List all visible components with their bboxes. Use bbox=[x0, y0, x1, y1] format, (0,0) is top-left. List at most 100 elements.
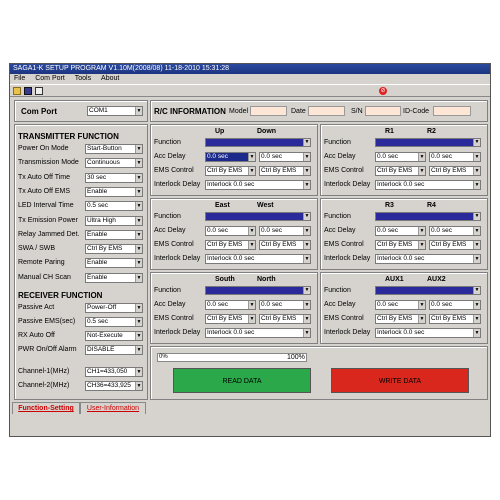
rx-row-select[interactable]: DISABLE ▼ bbox=[85, 345, 143, 355]
ems-control-select-2[interactable]: Ctrl By EMS ▼ bbox=[429, 240, 481, 250]
chevron-down-icon: ▼ bbox=[473, 139, 480, 146]
group-header-2: West bbox=[257, 202, 274, 209]
date-field[interactable] bbox=[308, 106, 345, 116]
tx-row-select[interactable]: Ultra High ▼ bbox=[85, 215, 143, 226]
acc-delay-label: Acc Delay bbox=[154, 227, 186, 234]
chevron-down-icon: ▼ bbox=[135, 159, 142, 168]
print-icon[interactable] bbox=[35, 87, 43, 95]
ems-control-select-1[interactable]: Ctrl By EMS ▼ bbox=[205, 166, 256, 176]
acc-delay-select-2[interactable]: 0.0 sec ▼ bbox=[259, 152, 311, 162]
date-label: Date bbox=[291, 108, 306, 115]
acc-delay-select-2[interactable]: 0.0 sec ▼ bbox=[429, 152, 481, 162]
idcode-field[interactable] bbox=[433, 106, 471, 116]
interlock-delay-select[interactable]: Interlock 0.0 sec ▼ bbox=[205, 180, 311, 190]
acc-delay-select-2[interactable]: 0.0 sec ▼ bbox=[259, 300, 311, 310]
acc-delay-select-1[interactable]: 0.0 sec ▼ bbox=[375, 300, 426, 310]
rx-row-select[interactable]: 0.5 sec ▼ bbox=[85, 317, 143, 327]
chevron-down-icon: ▼ bbox=[135, 216, 142, 225]
interlock-delay-select[interactable]: Interlock 0.0 sec ▼ bbox=[205, 328, 311, 338]
chevron-down-icon: ▼ bbox=[135, 273, 142, 282]
write-data-button[interactable]: WRITE DATA bbox=[331, 368, 469, 393]
tx-row-select[interactable]: Continuous ▼ bbox=[85, 158, 143, 169]
channel-label: Channel-2(MHz) bbox=[18, 382, 70, 389]
acc-delay-select-1[interactable]: 0.0 sec ▼ bbox=[375, 226, 426, 236]
tx-row-select[interactable]: Enable ▼ bbox=[85, 272, 143, 283]
menu-about[interactable]: About bbox=[101, 75, 119, 82]
chevron-down-icon: ▼ bbox=[135, 259, 142, 268]
progress-bar: 0% bbox=[157, 353, 307, 362]
menu-tools[interactable]: Tools bbox=[75, 75, 91, 82]
function-select[interactable]: ▼ bbox=[205, 286, 311, 295]
chevron-down-icon: ▼ bbox=[303, 329, 310, 337]
function-select[interactable]: ▼ bbox=[375, 212, 481, 221]
read-data-button[interactable]: READ DATA bbox=[173, 368, 311, 393]
menu-com-port[interactable]: Com Port bbox=[35, 75, 65, 82]
interlock-delay-select[interactable]: Interlock 0.0 sec ▼ bbox=[375, 180, 481, 190]
tx-row-select[interactable]: Enable ▼ bbox=[85, 186, 143, 197]
function-select[interactable]: ▼ bbox=[375, 138, 481, 147]
interlock-delay-select[interactable]: Interlock 0.0 sec ▼ bbox=[375, 328, 481, 338]
tab-user-information[interactable]: User-Information bbox=[80, 402, 146, 414]
ems-control-select-2[interactable]: Ctrl By EMS ▼ bbox=[429, 166, 481, 176]
channel-select[interactable]: CH1=433,050 ▼ bbox=[85, 367, 143, 377]
menu-file[interactable]: File bbox=[14, 75, 25, 82]
tx-row-label: Tx Auto Off EMS bbox=[18, 187, 71, 195]
tx-row-select[interactable]: Enable ▼ bbox=[85, 229, 143, 240]
acc-delay-select-1-value: 0.0 sec bbox=[207, 301, 228, 308]
group-header-1: R3 bbox=[385, 202, 394, 209]
tx-row-select[interactable]: 30 sec ▼ bbox=[85, 172, 143, 183]
chevron-down-icon: ▼ bbox=[248, 241, 255, 249]
save-icon[interactable] bbox=[24, 87, 32, 95]
acc-delay-select-2[interactable]: 0.0 sec ▼ bbox=[429, 226, 481, 236]
interlock-delay-select[interactable]: Interlock 0.0 sec ▼ bbox=[375, 254, 481, 264]
function-select[interactable]: ▼ bbox=[205, 138, 311, 147]
menu-bar: File Com Port Tools About bbox=[10, 74, 490, 84]
rx-row-select-value: 0.5 sec bbox=[87, 318, 108, 325]
interlock-delay-label: Interlock Delay bbox=[324, 255, 371, 262]
ems-control-select-2[interactable]: Ctrl By EMS ▼ bbox=[429, 314, 481, 324]
chevron-down-icon: ▼ bbox=[473, 181, 480, 189]
stop-icon[interactable]: ⊘ bbox=[379, 87, 387, 95]
acc-delay-select-2[interactable]: 0.0 sec ▼ bbox=[429, 300, 481, 310]
tx-row-select[interactable]: Ctrl By EMS ▼ bbox=[85, 244, 143, 255]
chevron-down-icon: ▼ bbox=[303, 167, 310, 175]
acc-delay-label: Acc Delay bbox=[324, 301, 356, 308]
function-select[interactable]: ▼ bbox=[205, 212, 311, 221]
group-header-1: East bbox=[215, 202, 230, 209]
model-field[interactable] bbox=[250, 106, 287, 116]
tab-function-setting[interactable]: Function-Setting bbox=[12, 402, 80, 414]
acc-delay-select-1[interactable]: 0.0 sec ▼ bbox=[205, 300, 256, 310]
tx-row-select-value: Ultra High bbox=[87, 216, 116, 224]
ems-control-select-1[interactable]: Ctrl By EMS ▼ bbox=[375, 314, 426, 324]
acc-delay-select-1[interactable]: 0.0 sec ▼ bbox=[205, 152, 256, 162]
tx-row-select[interactable]: Start-Button ▼ bbox=[85, 144, 143, 154]
ems-control-select-2[interactable]: Ctrl By EMS ▼ bbox=[259, 314, 311, 324]
rx-row-select[interactable]: Not-Execute ▼ bbox=[85, 331, 143, 341]
ems-control-select-2[interactable]: Ctrl By EMS ▼ bbox=[259, 240, 311, 250]
acc-delay-select-1[interactable]: 0.0 sec ▼ bbox=[205, 226, 256, 236]
tx-row-select[interactable]: 0.5 sec ▼ bbox=[85, 201, 143, 212]
open-icon[interactable] bbox=[13, 87, 21, 95]
ems-control-select-2[interactable]: Ctrl By EMS ▼ bbox=[259, 166, 311, 176]
acc-delay-select-2[interactable]: 0.0 sec ▼ bbox=[259, 226, 311, 236]
tx-row-select[interactable]: Enable ▼ bbox=[85, 258, 143, 269]
com-port-select[interactable]: COM1 ▼ bbox=[87, 106, 143, 116]
ems-control-select-1[interactable]: Ctrl By EMS ▼ bbox=[205, 240, 256, 250]
interlock-delay-select[interactable]: Interlock 0.0 sec ▼ bbox=[205, 254, 311, 264]
channel-select[interactable]: CH36=433,925 ▼ bbox=[85, 381, 143, 391]
sn-field[interactable] bbox=[365, 106, 401, 116]
ems-control-select-1-value: Ctrl By EMS bbox=[377, 167, 413, 174]
ems-control-select-2-value: Ctrl By EMS bbox=[431, 315, 467, 322]
acc-delay-select-1[interactable]: 0.0 sec ▼ bbox=[375, 152, 426, 162]
chevron-down-icon: ▼ bbox=[248, 301, 255, 309]
ems-control-select-1[interactable]: Ctrl By EMS ▼ bbox=[205, 314, 256, 324]
rx-row-select[interactable]: Power-Off ▼ bbox=[85, 303, 143, 313]
ems-control-select-1[interactable]: Ctrl By EMS ▼ bbox=[375, 240, 426, 250]
chevron-down-icon: ▼ bbox=[248, 315, 255, 323]
tx-row-label: Manual CH Scan bbox=[18, 273, 71, 281]
ems-control-select-1[interactable]: Ctrl By EMS ▼ bbox=[375, 166, 426, 176]
chevron-down-icon: ▼ bbox=[135, 382, 142, 390]
group-header-2: R2 bbox=[427, 128, 436, 135]
function-select[interactable]: ▼ bbox=[375, 286, 481, 295]
chevron-down-icon: ▼ bbox=[303, 315, 310, 323]
